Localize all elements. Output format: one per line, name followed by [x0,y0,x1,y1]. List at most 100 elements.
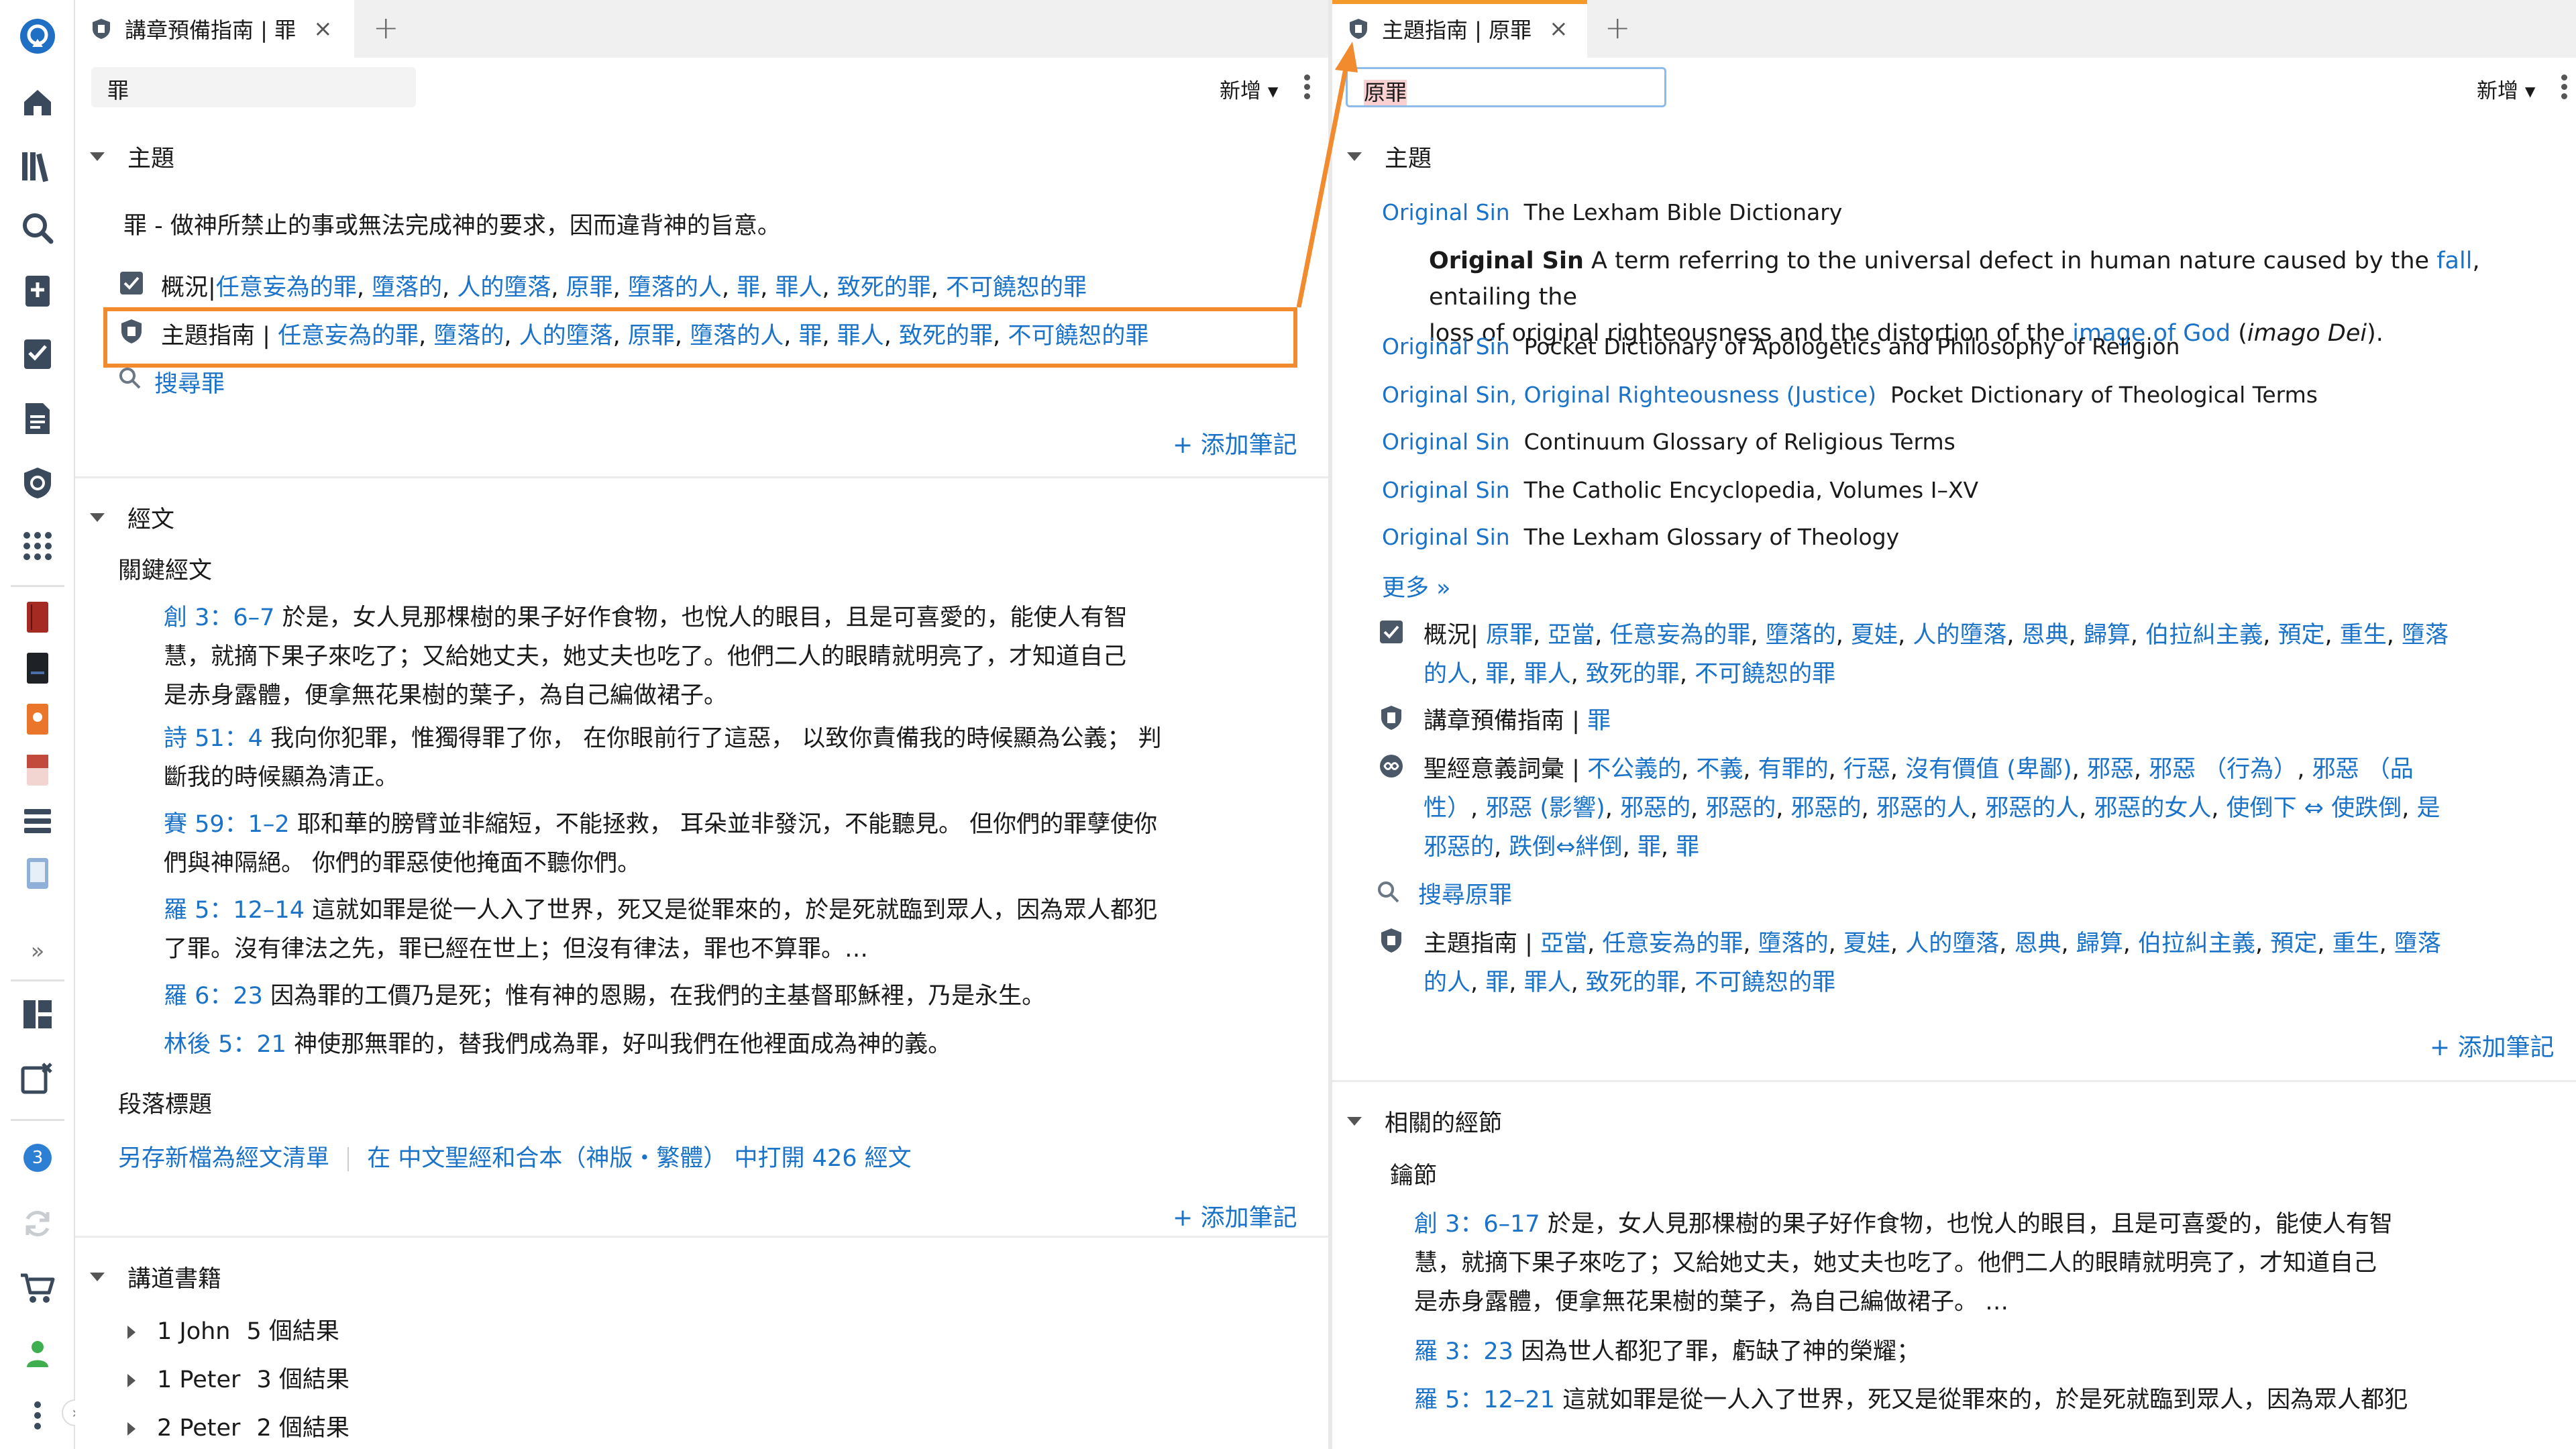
topic-link[interactable]: 致死的罪 [1586,661,1680,688]
topic-link[interactable]: 人的墮落 [457,274,551,301]
entry-term-link[interactable]: Original Sin [1382,477,1510,503]
verse-ref-link[interactable]: 創 3：6–7 [164,604,274,631]
search-icon[interactable] [15,205,60,251]
stack-icon[interactable] [15,798,60,844]
section-topic-header[interactable]: 主題 [1347,140,1432,174]
topic-link[interactable]: 罪 [1485,661,1509,688]
topic-link[interactable]: 預定 [2270,930,2317,957]
entry-term-link[interactable]: Original Sin [1382,524,1510,550]
topic-link[interactable]: 墮落的人 [628,274,722,301]
topic-link[interactable]: 致死的罪 [1586,969,1680,996]
topic-link[interactable]: 亞當 [1540,930,1587,957]
verse-ref-link[interactable]: 羅 6：23 [164,983,263,1010]
topic-link[interactable]: 任意妄為的罪 [216,274,357,301]
topic-link[interactable]: 重生 [2340,622,2387,649]
topic-link[interactable]: 伯拉糾主義 [2145,622,2263,649]
sermon-guide-link[interactable]: 罪 [1587,708,1611,735]
topic-link[interactable]: 不可饒恕的罪 [1695,661,1835,688]
topic-search-input[interactable]: 原罪 [1346,67,1666,107]
topic-link[interactable]: 原罪 [1486,622,1533,649]
topic-link[interactable]: 邪惡的 [1620,795,1690,822]
entry-term-link[interactable]: Original Sin [1382,199,1510,225]
more-entries-link[interactable]: 更多 » [1382,569,1451,608]
entry-term-link[interactable]: Original Sin [1382,429,1510,455]
topic-link[interactable]: 邪惡的人 [1985,795,2079,822]
more-options-icon[interactable] [1303,71,1311,103]
topic-link[interactable]: 墮落的 [1758,930,1829,957]
topic-link[interactable]: 沒有價值 (卑鄙) [1905,756,2072,783]
topic-link[interactable]: 罪 [1638,834,1661,861]
topic-link[interactable]: 恩典 [2014,930,2061,957]
add-menu-button[interactable]: 新增 ▾ [2477,74,2535,104]
topic-link[interactable]: 人的墮落 [1905,930,1999,957]
section-related-verses-header[interactable]: 相關的經節 [1347,1104,1502,1138]
section-sermons-header[interactable]: 講道書籍 [90,1260,221,1294]
topic-link[interactable]: 任意妄為的罪 [1602,930,1743,957]
layout-icon[interactable] [15,991,60,1037]
close-tab-icon[interactable]: × [1549,15,1568,42]
topic-link[interactable]: 不可饒恕的罪 [1695,969,1835,996]
topic-link[interactable]: 墮落 [2402,622,2449,649]
open-in-bible-link[interactable]: 在 中文聖經和合本（神版・繁體） 中打開 426 經文 [367,1145,911,1172]
sermon-result-row[interactable]: 1 Peter 3 個結果 [127,1360,350,1399]
verse-ref-link[interactable]: 創 3：6–17 [1414,1211,1540,1238]
topic-link[interactable]: 歸算 [2084,622,2131,649]
topic-link[interactable]: 邪惡 [2087,756,2134,783]
verse-ref-link[interactable]: 羅 5：12–21 [1414,1387,1555,1413]
topic-link[interactable]: 邪惡的 [1791,795,1862,822]
topic-link[interactable]: 的人 [1424,969,1470,996]
verse-ref-link[interactable]: 詩 51：4 [164,725,263,752]
topic-link[interactable]: 墮落的 [1766,622,1836,649]
topic-link[interactable]: 是 [2417,795,2440,822]
verse-ref-link[interactable]: 賽 59：1–2 [164,811,290,838]
topic-link[interactable]: 罪人 [1524,661,1571,688]
book-orange-icon[interactable] [15,696,60,742]
device-icon[interactable] [15,851,60,896]
topic-link[interactable]: 罪人 [1524,969,1571,996]
topic-link[interactable]: 使倒下 ⇔ 使跌倒 [2226,795,2402,822]
topic-link[interactable]: 恩典 [2022,622,2069,649]
topic-link[interactable]: 任意妄為的罪 [1610,622,1751,649]
topic-link[interactable]: 不公義的 [1587,756,1681,783]
search-topic-link[interactable]: 搜尋原罪 [1418,876,1512,915]
topic-link[interactable]: 行惡 [1843,756,1890,783]
topic-link[interactable]: 墮落的 [372,274,442,301]
cart-icon[interactable] [15,1265,60,1311]
topic-link[interactable]: 有罪的 [1758,756,1829,783]
topic-link[interactable]: 不義 [1696,756,1743,783]
topic-link[interactable]: 邪惡 （行為） [2149,756,2297,783]
add-note-button[interactable]: + 添加筆記 [1173,425,1297,460]
add-tab-icon[interactable]: + [373,9,399,46]
more-options-icon[interactable] [2560,71,2568,103]
add-note-button[interactable]: + 添加筆記 [1173,1198,1297,1233]
section-topic-header[interactable]: 主題 [90,140,174,174]
sync-icon[interactable] [15,1201,60,1246]
topic-link[interactable]: 邪惡的 [1424,834,1494,861]
topic-link[interactable]: 的人 [1424,661,1470,688]
search-topic-link[interactable]: 搜尋罪 [154,365,225,404]
verse-ref-link[interactable]: 羅 5：12–14 [164,897,305,924]
topic-link[interactable]: 人的墮落 [1913,622,2006,649]
menu-icon[interactable] [15,1393,60,1438]
topic-link[interactable]: 罪 [1485,969,1509,996]
section-passages-header[interactable]: 經文 [90,500,174,535]
topic-link[interactable]: 罪人 [775,274,822,301]
tab-topic-guide[interactable]: 主題指南 | 原罪 × [1332,0,1587,58]
topic-link[interactable]: 邪惡的 [1705,795,1776,822]
verse-ref-link[interactable]: 羅 3：23 [1414,1338,1513,1365]
notifications-badge[interactable]: 3 [15,1135,60,1181]
user-icon[interactable] [15,1331,60,1377]
topic-link[interactable]: 伯拉糾主義 [2138,930,2255,957]
topic-link[interactable]: 邪惡 (影響) [1485,795,1605,822]
topic-link[interactable]: 預定 [2277,622,2324,649]
document-icon[interactable] [15,396,60,441]
sermon-result-row[interactable]: 1 John 5 個結果 [127,1312,339,1351]
checklist-icon[interactable] [15,331,60,377]
apps-grid-icon[interactable] [15,523,60,569]
book-pink-icon[interactable] [15,747,60,793]
clear-layout-icon[interactable] [15,1055,60,1100]
topic-link[interactable]: 罪 [1676,834,1699,861]
topic-link[interactable]: 致死的罪 [837,274,931,301]
add-tab-icon[interactable]: + [1605,9,1631,46]
topic-link[interactable]: 歸算 [2076,930,2123,957]
